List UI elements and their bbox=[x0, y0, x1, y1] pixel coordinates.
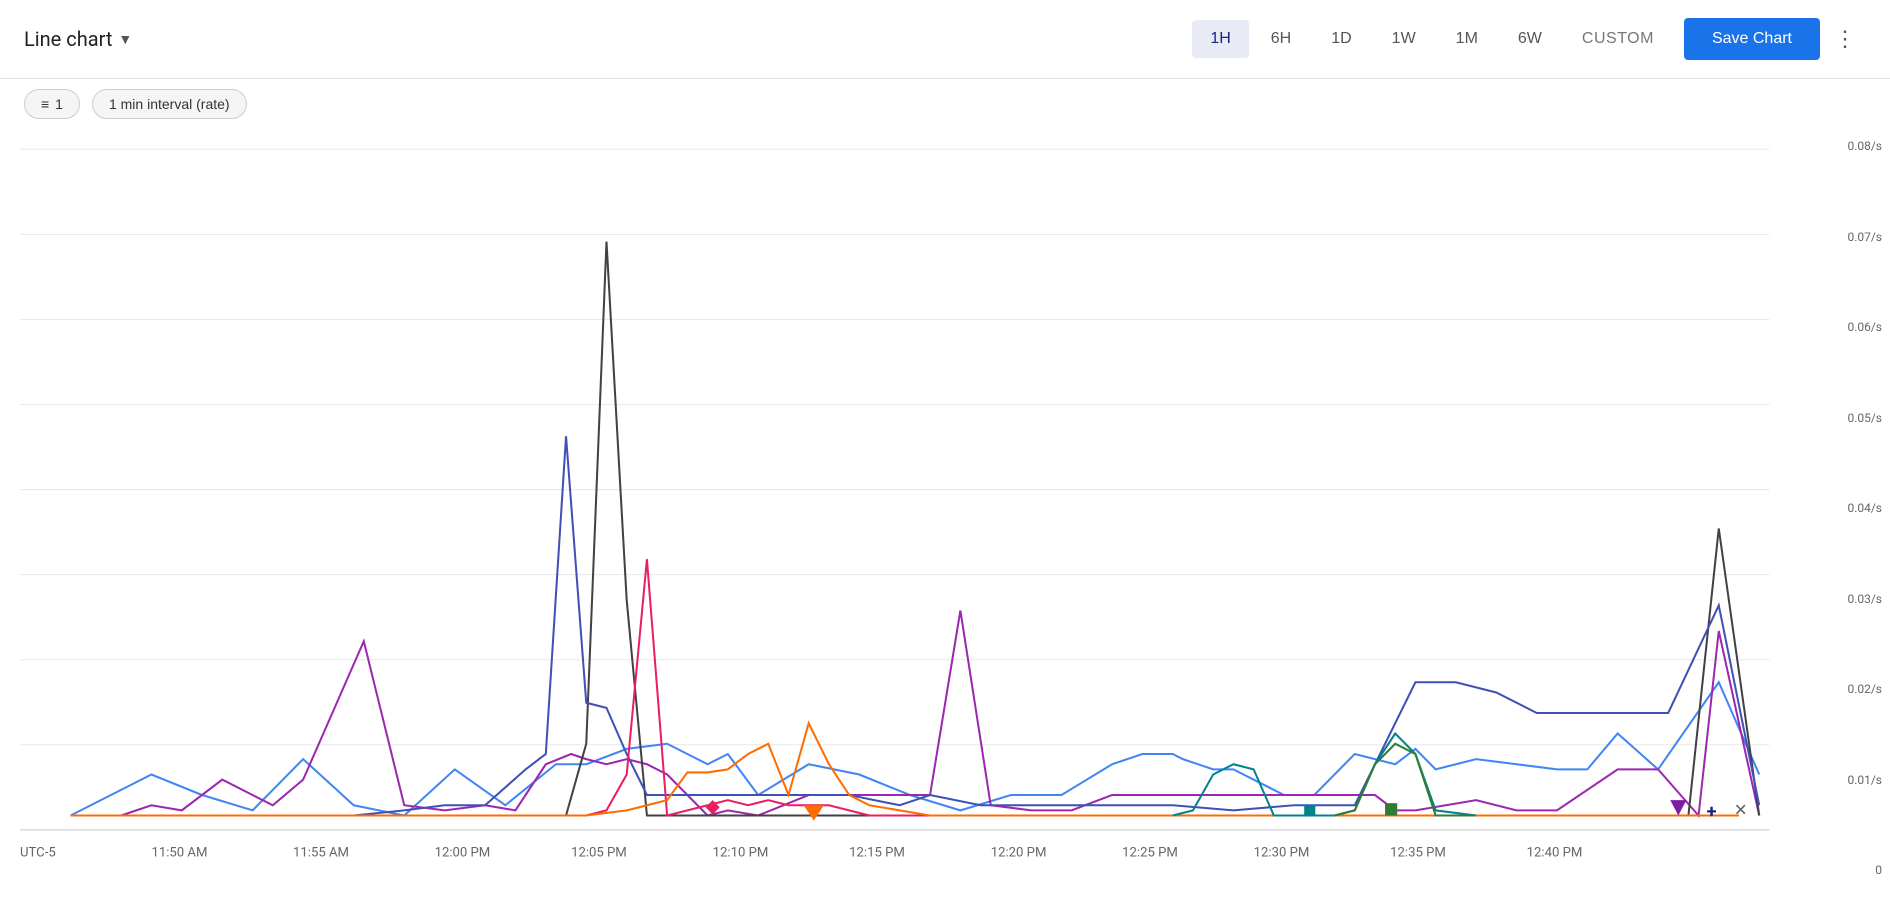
x-label-utc: UTC-5 bbox=[20, 845, 56, 860]
y-label-007: 0.07/s bbox=[1847, 230, 1882, 244]
x-label-1215: 12:15 PM bbox=[849, 845, 905, 860]
plus-marker: + bbox=[1707, 801, 1717, 822]
time-btn-1m[interactable]: 1M bbox=[1438, 20, 1496, 58]
y-label-004: 0.04/s bbox=[1847, 501, 1882, 515]
x-label-1200: 12:00 PM bbox=[435, 845, 491, 860]
chart-type-dropdown-icon[interactable]: ▼ bbox=[118, 31, 132, 48]
chart-svg: + ✕ UTC-5 11:50 AM 11:55 AM 12:00 PM 12:… bbox=[20, 139, 1830, 877]
y-label-000: 0 bbox=[1875, 863, 1882, 877]
interval-button[interactable]: 1 min interval (rate) bbox=[92, 89, 247, 119]
sub-bar: ≡ 1 1 min interval (rate) bbox=[0, 79, 1890, 129]
save-chart-button[interactable]: Save Chart bbox=[1684, 18, 1820, 60]
y-label-008: 0.08/s bbox=[1847, 139, 1882, 153]
triangle-up-marker bbox=[1670, 800, 1686, 815]
teal-square-marker bbox=[1304, 805, 1315, 816]
x-label-1150: 11:50 AM bbox=[151, 845, 207, 860]
more-options-button[interactable]: ⋮ bbox=[1824, 20, 1866, 58]
filter-count: 1 bbox=[55, 96, 63, 112]
time-btn-1w[interactable]: 1W bbox=[1374, 20, 1434, 58]
x-label-1210: 12:10 PM bbox=[713, 845, 769, 860]
filter-button[interactable]: ≡ 1 bbox=[24, 89, 80, 119]
y-label-006: 0.06/s bbox=[1847, 320, 1882, 334]
y-label-003: 0.03/s bbox=[1847, 592, 1882, 606]
filter-icon: ≡ bbox=[41, 96, 49, 112]
time-btn-6h[interactable]: 6H bbox=[1253, 20, 1309, 58]
interval-label: 1 min interval (rate) bbox=[109, 96, 230, 112]
x-label-1235: 12:35 PM bbox=[1390, 845, 1446, 860]
y-label-001: 0.01/s bbox=[1847, 773, 1882, 787]
x-label-1220: 12:20 PM bbox=[991, 845, 1047, 860]
x-label-1230: 12:30 PM bbox=[1254, 845, 1310, 860]
time-btn-1h[interactable]: 1H bbox=[1192, 20, 1248, 58]
y-axis-labels: 0.08/s 0.07/s 0.06/s 0.05/s 0.04/s 0.03/… bbox=[1830, 139, 1890, 877]
chart-type-label: Line chart bbox=[24, 27, 112, 51]
time-btn-custom[interactable]: CUSTOM bbox=[1564, 20, 1672, 58]
time-btn-6w[interactable]: 6W bbox=[1500, 20, 1560, 58]
chart-area: + ✕ UTC-5 11:50 AM 11:55 AM 12:00 PM 12:… bbox=[0, 129, 1890, 917]
x-label-1225: 12:25 PM bbox=[1122, 845, 1178, 860]
x-label-1205: 12:05 PM bbox=[571, 845, 627, 860]
x-label-1155: 11:55 AM bbox=[293, 845, 349, 860]
square-marker bbox=[1385, 803, 1397, 815]
time-btn-1d[interactable]: 1D bbox=[1313, 20, 1369, 58]
x-label-1240: 12:40 PM bbox=[1527, 845, 1583, 860]
y-label-002: 0.02/s bbox=[1847, 682, 1882, 696]
triangle-down-marker bbox=[804, 805, 824, 820]
chart-title: Line chart ▼ bbox=[24, 27, 1180, 51]
top-bar: Line chart ▼ 1H 6H 1D 1W 1M 6W CUSTOM Sa… bbox=[0, 0, 1890, 79]
x-marker: ✕ bbox=[1734, 800, 1748, 819]
time-controls: 1H 6H 1D 1W 1M 6W CUSTOM Save Chart ⋮ bbox=[1192, 18, 1866, 60]
y-label-005: 0.05/s bbox=[1847, 411, 1882, 425]
